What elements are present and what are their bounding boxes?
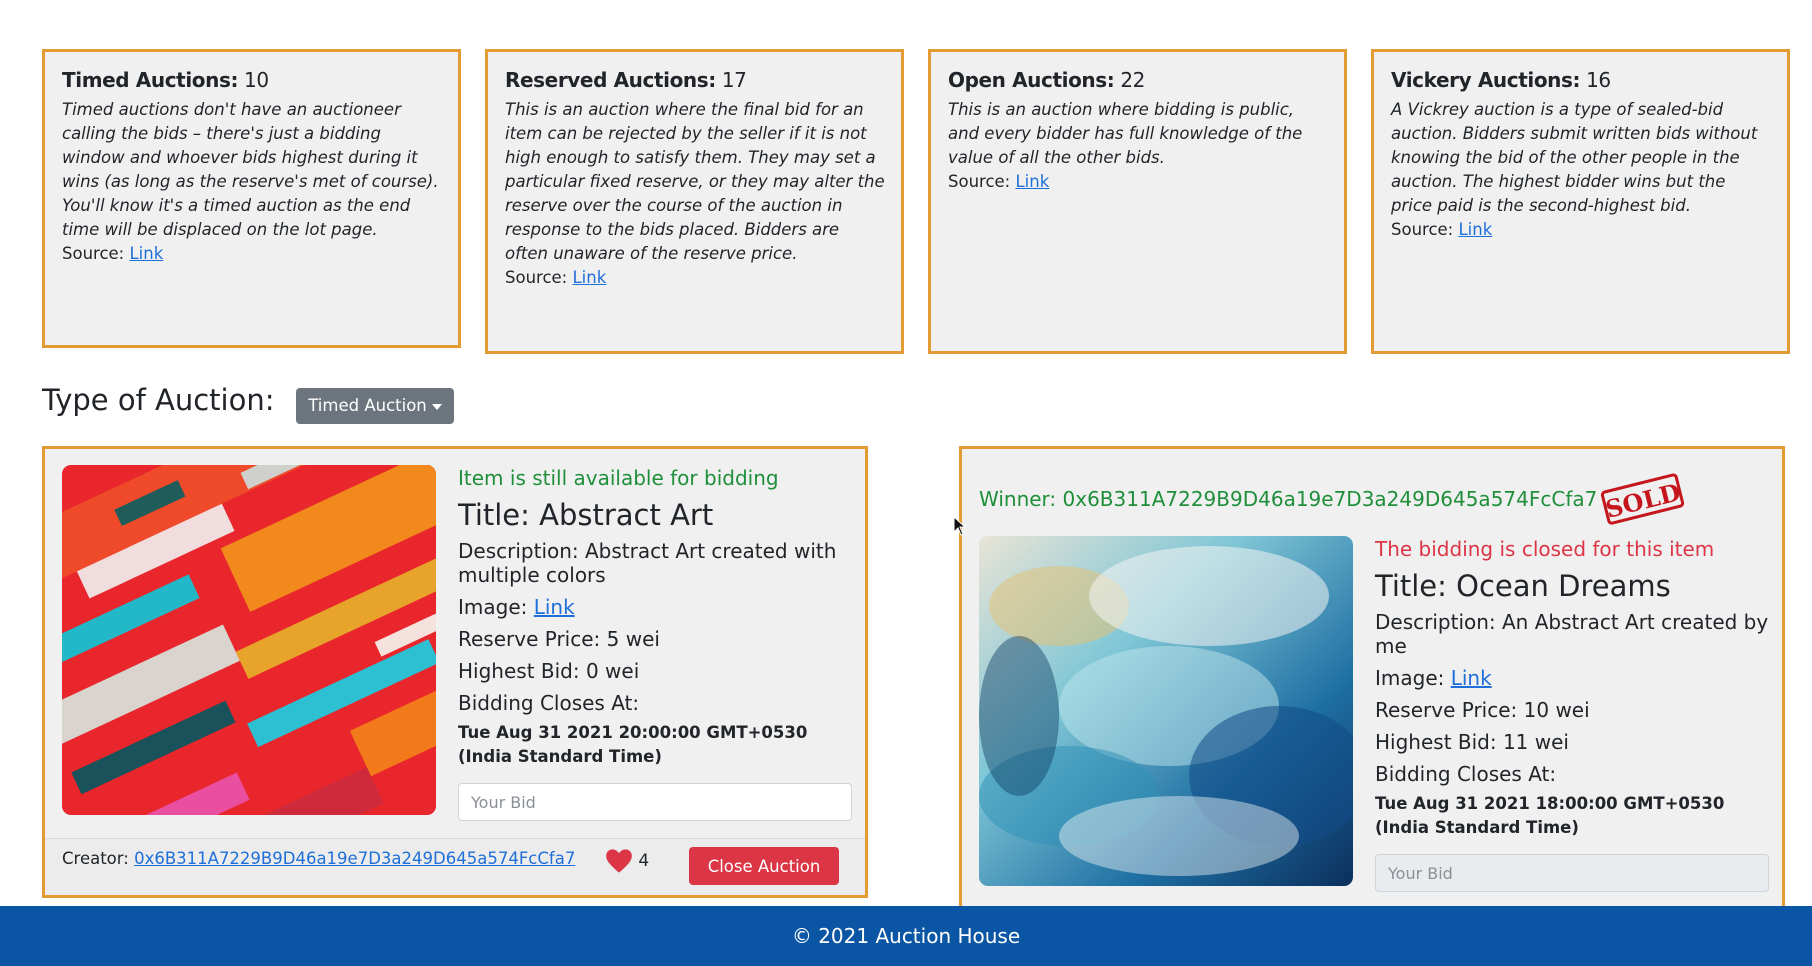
like-control[interactable]: 4 bbox=[605, 848, 649, 874]
auction-type-label: Type of Auction: bbox=[42, 383, 275, 417]
creator-row: Creator: 0x6B311A7229B9D46a19e7D3a249D64… bbox=[62, 849, 576, 868]
closes-label: Bidding Closes At: bbox=[458, 691, 640, 715]
info-card-source: Source: Link bbox=[505, 268, 607, 287]
info-card-description: A Vickrey auction is a type of sealed-bi… bbox=[1391, 100, 1758, 215]
reserve-price: Reserve Price: 5 wei bbox=[458, 627, 660, 651]
item-image bbox=[62, 465, 436, 815]
card-footer: Creator: 0x6B311A7229B9D46a19e7D3a249D64… bbox=[45, 838, 865, 895]
footer-text: © 2021 Auction House bbox=[791, 924, 1021, 948]
close-auction-button[interactable]: Close Auction bbox=[689, 847, 839, 885]
closes-at: Tue Aug 31 2021 18:00:00 GMT+0530 (India… bbox=[1375, 794, 1725, 837]
item-image-row: Image: Link bbox=[458, 595, 575, 619]
info-card-source: Source: Link bbox=[62, 244, 164, 263]
caret-down-icon bbox=[431, 403, 442, 410]
info-card-heading: Vickery Auctions: 16 bbox=[1391, 68, 1611, 92]
item-image bbox=[979, 536, 1353, 886]
info-card-vickery: Vickery Auctions: 16 A Vickrey auction i… bbox=[1371, 49, 1790, 354]
item-image-row: Image: Link bbox=[1375, 666, 1492, 690]
info-card-description: This is an auction where bidding is publ… bbox=[948, 100, 1303, 167]
like-count: 4 bbox=[638, 851, 650, 871]
item-details: Item is still available for bidding Titl… bbox=[458, 465, 854, 821]
highest-bid: Highest Bid: 0 wei bbox=[458, 659, 640, 683]
item-description: Description: An Abstract Art created by … bbox=[1375, 610, 1769, 658]
info-card-source: Source: Link bbox=[1391, 220, 1493, 239]
image-link[interactable]: Link bbox=[534, 595, 575, 619]
item-details: The bidding is closed for this item Titl… bbox=[1375, 536, 1771, 892]
highest-bid: Highest Bid: 11 wei bbox=[1375, 730, 1569, 754]
sold-stamp: SOLD bbox=[1599, 470, 1687, 532]
bid-input[interactable] bbox=[1375, 854, 1769, 892]
winner-label: Winner: 0x6B311A7229B9D46a19e7D3a249D645… bbox=[979, 487, 1598, 511]
info-card-description: This is an auction where the final bid f… bbox=[505, 100, 885, 263]
info-card-reserved: Reserved Auctions: 17 This is an auction… bbox=[485, 49, 904, 354]
page-footer: © 2021 Auction House bbox=[0, 906, 1812, 966]
closed-status: The bidding is closed for this item bbox=[1375, 537, 1715, 561]
info-card-description: Timed auctions don't have an auctioneer … bbox=[62, 100, 439, 239]
source-link[interactable]: Link bbox=[572, 268, 606, 287]
item-title: Title: Abstract Art bbox=[458, 498, 714, 532]
closes-at: Tue Aug 31 2021 20:00:00 GMT+0530 (India… bbox=[458, 723, 808, 766]
source-link[interactable]: Link bbox=[1458, 220, 1492, 239]
info-card-timed: Timed Auctions: 10 Timed auctions don't … bbox=[42, 49, 461, 348]
heart-icon[interactable] bbox=[605, 848, 633, 874]
bid-input[interactable] bbox=[458, 783, 852, 821]
auction-item-card: Winner: 0x6B311A7229B9D46a19e7D3a249D645… bbox=[959, 446, 1785, 916]
source-link[interactable]: Link bbox=[129, 244, 163, 263]
info-card-open: Open Auctions: 22 This is an auction whe… bbox=[928, 49, 1347, 354]
info-card-heading: Reserved Auctions: 17 bbox=[505, 68, 747, 92]
auction-type-dropdown[interactable]: Timed Auction bbox=[296, 388, 454, 424]
info-card-heading: Timed Auctions: 10 bbox=[62, 68, 269, 92]
reserve-price: Reserve Price: 10 wei bbox=[1375, 698, 1590, 722]
availability-status: Item is still available for bidding bbox=[458, 466, 779, 490]
info-card-source: Source: Link bbox=[948, 172, 1050, 191]
info-card-heading: Open Auctions: 22 bbox=[948, 68, 1145, 92]
item-description: Description: Abstract Art created with m… bbox=[458, 539, 837, 587]
item-title: Title: Ocean Dreams bbox=[1375, 569, 1671, 603]
auction-item-card: Item is still available for bidding Titl… bbox=[42, 446, 868, 898]
image-link[interactable]: Link bbox=[1451, 666, 1492, 690]
mouse-cursor-icon bbox=[953, 515, 967, 540]
source-link[interactable]: Link bbox=[1015, 172, 1049, 191]
creator-address-link[interactable]: 0x6B311A7229B9D46a19e7D3a249D645a574FcCf… bbox=[134, 849, 575, 868]
closes-label: Bidding Closes At: bbox=[1375, 762, 1557, 786]
